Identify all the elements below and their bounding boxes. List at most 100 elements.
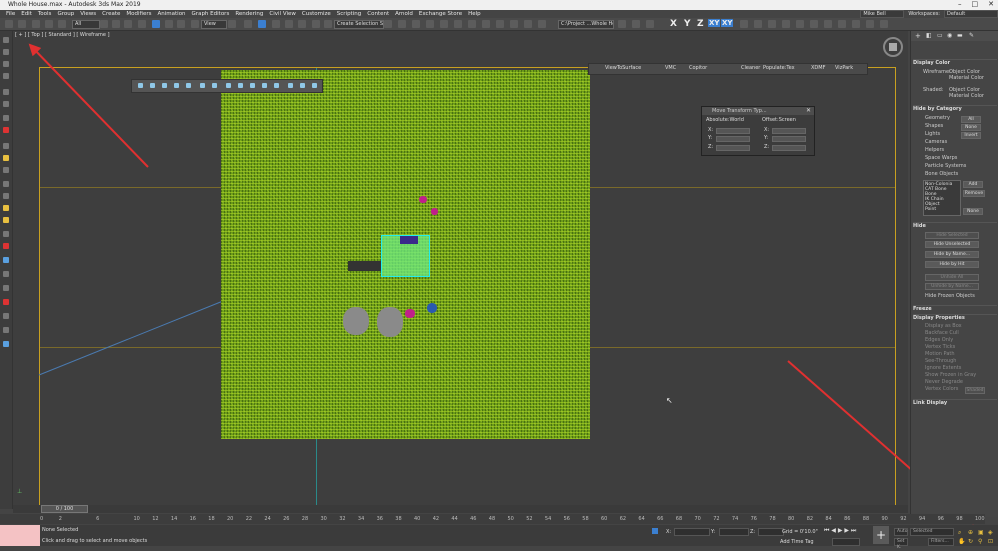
backface-cull-checkbox[interactable]: Backface Cull bbox=[925, 330, 959, 336]
status-bar: None Selected Click and drag to select a… bbox=[0, 525, 998, 550]
set-key-icon[interactable]: + bbox=[873, 526, 889, 544]
see-through-checkbox[interactable]: See-Through bbox=[925, 358, 956, 364]
shaded-material-color-radio[interactable]: Material Color bbox=[949, 93, 984, 99]
walk-through-icon[interactable]: ⚲ bbox=[978, 538, 982, 545]
lock-selection-icon[interactable] bbox=[652, 528, 658, 534]
timeline-ruler[interactable]: 0 2 6 10 12 14 16 18 20 22 24 26 28 30 32 34 36 38 40 42 44 4… bbox=[0, 514, 985, 524]
hide-unselected-button[interactable]: Hide Unselected bbox=[925, 241, 979, 248]
hide-shapes-checkbox[interactable]: Shapes bbox=[925, 123, 943, 129]
hide-cameras-checkbox[interactable]: Cameras bbox=[925, 139, 947, 145]
timeline-tick-label: 0 bbox=[40, 516, 44, 522]
category-all-button[interactable]: All bbox=[961, 116, 981, 123]
timeline-tick-label: 98 bbox=[956, 516, 963, 522]
unhide-all-button[interactable]: Unhide All bbox=[925, 274, 979, 281]
timeline-tick-label: 86 bbox=[844, 516, 851, 522]
hide-helpers-checkbox[interactable]: Helpers bbox=[925, 147, 944, 153]
show-frozen-in-gray-checkbox[interactable]: Show Frozen in Gray bbox=[925, 372, 976, 378]
timeline-tick-label: 30 bbox=[320, 516, 327, 522]
hide-by-name-button[interactable]: Hide by Name... bbox=[925, 251, 979, 258]
link-display-header[interactable]: Link Display bbox=[913, 399, 997, 406]
timeline-tick-label: 68 bbox=[675, 516, 683, 522]
motion-tab-icon[interactable]: ◉ bbox=[947, 32, 952, 39]
hide-space-warps-checkbox[interactable]: Space Warps bbox=[925, 155, 957, 161]
timeline-tick-label: 10 bbox=[133, 516, 140, 522]
timeline-tick-label: 40 bbox=[414, 516, 421, 522]
key-filters-button[interactable]: Filters... bbox=[928, 538, 954, 546]
display-as-box-checkbox[interactable]: Display as Box bbox=[925, 323, 962, 329]
coord-x-field[interactable] bbox=[674, 528, 710, 536]
timeline-tick-label: 32 bbox=[339, 516, 346, 522]
timeline-tick-label: 72 bbox=[713, 516, 720, 522]
key-filter-dropdown[interactable]: Selected bbox=[910, 528, 954, 536]
hide-selected-button[interactable]: Hide Selected bbox=[925, 232, 979, 239]
zoom-extents-icon[interactable]: ▣ bbox=[978, 529, 984, 536]
current-frame-field[interactable] bbox=[832, 538, 860, 546]
hide-header[interactable]: Hide bbox=[913, 222, 997, 229]
list-item[interactable]: Point bbox=[925, 207, 959, 212]
timeline-tick-label: 92 bbox=[900, 516, 907, 522]
freeze-header[interactable]: Freeze bbox=[913, 305, 997, 312]
timeline-tick-label: 36 bbox=[376, 516, 383, 522]
vertex-colors-shaded-button[interactable]: Shaded bbox=[965, 387, 985, 394]
wireframe-label: Wireframe: bbox=[923, 69, 951, 75]
utilities-tab-icon[interactable]: ✎ bbox=[969, 32, 974, 39]
never-degrade-checkbox[interactable]: Never Degrade bbox=[925, 379, 963, 385]
zoom-all-icon[interactable]: ⊕ bbox=[968, 529, 973, 536]
category-add-button[interactable]: Add bbox=[963, 181, 983, 188]
display-tab-icon[interactable]: ▬ bbox=[957, 32, 963, 39]
add-time-tag-button[interactable]: Add Time Tag bbox=[780, 539, 814, 545]
hide-bone-objects-checkbox[interactable]: Bone Objects bbox=[925, 171, 958, 177]
vertex-colors-checkbox[interactable]: Vertex Colors bbox=[925, 386, 958, 392]
vertex-ticks-checkbox[interactable]: Vertex Ticks bbox=[925, 344, 955, 350]
coord-y-field[interactable] bbox=[719, 528, 749, 536]
timeline-tick-label: 52 bbox=[526, 516, 533, 522]
timeline-tick-label: 70 bbox=[694, 516, 701, 522]
timeline-tick-label: 20 bbox=[227, 516, 234, 522]
modify-tab-icon[interactable]: ◧ bbox=[926, 32, 932, 39]
hide-particle-systems-checkbox[interactable]: Particle Systems bbox=[925, 163, 966, 169]
time-slider-thumb[interactable]: 0 / 100 bbox=[41, 505, 88, 513]
list-item[interactable]: IK Chain Object bbox=[925, 197, 959, 207]
display-properties-header[interactable]: Display Properties bbox=[913, 314, 997, 321]
hide-by-category-header[interactable]: Hide by Category bbox=[913, 105, 997, 112]
timeline-tick-label: 96 bbox=[937, 516, 944, 522]
zoom-icon[interactable]: ⌕ bbox=[958, 529, 961, 537]
pan-view-icon[interactable]: ✋ bbox=[958, 538, 965, 545]
category-list[interactable]: Non-Colonia CAT Bone Bone IK Chain Objec… bbox=[923, 180, 961, 216]
coord-z-field[interactable] bbox=[758, 528, 784, 536]
wireframe-material-color-radio[interactable]: Material Color bbox=[949, 75, 984, 81]
timeline-tick-label: 54 bbox=[544, 516, 552, 522]
create-tab-icon[interactable]: + bbox=[915, 32, 921, 40]
maxscript-listener[interactable] bbox=[0, 525, 40, 546]
ignore-extents-checkbox[interactable]: Ignore Extents bbox=[925, 365, 961, 371]
field-of-view-icon[interactable]: ◈ bbox=[988, 529, 993, 536]
shaded-label: Shaded: bbox=[923, 87, 944, 93]
timeline-tick-label: 18 bbox=[208, 516, 215, 522]
category-remove-button[interactable]: Remove bbox=[963, 190, 985, 197]
orbit-icon[interactable]: ↻ bbox=[968, 538, 973, 545]
maximize-viewport-icon[interactable]: ⊡ bbox=[988, 538, 993, 545]
unhide-by-name-button[interactable]: Unhide by Name... bbox=[925, 283, 979, 290]
category-list-none-button[interactable]: None bbox=[963, 208, 983, 215]
grid-size-readout: Grid = 0'10.0" bbox=[782, 529, 818, 535]
hide-by-hit-button[interactable]: Hide by Hit bbox=[925, 261, 979, 268]
timeline-tick-label: 22 bbox=[245, 516, 253, 522]
category-invert-button[interactable]: Invert bbox=[961, 132, 981, 139]
auto-key-button[interactable]: Auto bbox=[894, 528, 908, 536]
hide-frozen-objects-checkbox[interactable]: Hide Frozen Objects bbox=[925, 293, 975, 299]
display-color-header[interactable]: Display Color bbox=[913, 59, 997, 66]
timeline-tick-label: 82 bbox=[806, 516, 814, 522]
hierarchy-tab-icon[interactable]: ▭ bbox=[937, 32, 943, 39]
playback-controls[interactable]: ⏮ ◀ ▶ ▶ ⏭ bbox=[824, 527, 856, 535]
hide-lights-checkbox[interactable]: Lights bbox=[925, 131, 940, 137]
motion-path-checkbox[interactable]: Motion Path bbox=[925, 351, 955, 357]
edges-only-checkbox[interactable]: Edges Only bbox=[925, 337, 953, 343]
hide-geometry-checkbox[interactable]: Geometry bbox=[925, 115, 950, 121]
time-slider-track[interactable]: 0 / 100 bbox=[13, 505, 908, 513]
category-none-button[interactable]: None bbox=[961, 124, 981, 131]
timeline-tick-label: 12 bbox=[152, 516, 159, 522]
timeline-tick-label: 100 bbox=[975, 516, 985, 522]
command-panel-tabs: + ◧ ▭ ◉ ▬ ✎ bbox=[911, 31, 998, 41]
timeline-tick-label: 34 bbox=[357, 516, 365, 522]
set-key-button[interactable]: Set K. bbox=[894, 538, 908, 550]
